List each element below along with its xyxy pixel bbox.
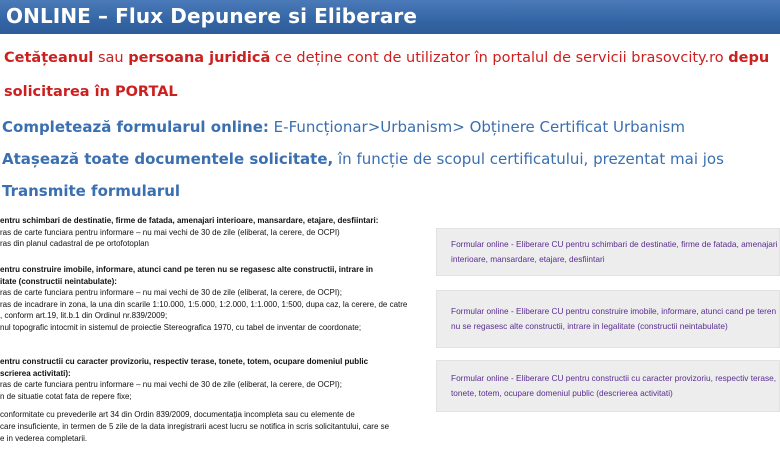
requirement-item: , conform art.19, lit.b.1 din Ordinul nr… xyxy=(0,311,168,320)
step-submit-form: Transmite formularul xyxy=(2,182,780,200)
requirement-header: entru schimbari de destinatie, firme de … xyxy=(0,216,379,225)
intro-submit-cut: depu xyxy=(728,50,770,66)
note-line: e in vederea completarii. xyxy=(0,433,88,443)
requirement-item: ras de incadrare in zona, la una din sca… xyxy=(0,299,408,309)
step-complete-form: Completează formularul online: E-Funcțio… xyxy=(2,118,780,136)
header-bar: ONLINE – Flux Depunere si Eliberare xyxy=(0,0,780,34)
form-link-text[interactable]: Formular online - Eliberare CU pentru co… xyxy=(451,304,779,334)
step-2-bold: Atașează toate documentele solicitate, xyxy=(2,150,334,168)
intro-line-1: Cetățeanul sau persoana juridică ce deți… xyxy=(4,50,780,66)
intro-portal-request: solicitarea în PORTAL xyxy=(4,84,178,100)
requirement-item: n de situatie cotat fata de repere fixe; xyxy=(0,391,132,401)
step-3-bold: Transmite formularul xyxy=(2,182,181,200)
step-2-rest: în funcție de scopul certificatului, pre… xyxy=(333,150,724,168)
intro-text: ce deține cont de utilizator în portalul… xyxy=(270,50,729,66)
page-title: ONLINE – Flux Depunere si Eliberare xyxy=(6,4,418,28)
incomplete-documentation-note: conformitate cu prevederile art 34 din O… xyxy=(0,409,410,444)
requirement-item: ras de carte funciara pentru informare –… xyxy=(0,288,342,297)
form-link-schimbari-destinatie[interactable]: Formular online - Eliberare CU pentru sc… xyxy=(436,228,780,276)
requirement-header: entru constructii cu caracter provizoriu… xyxy=(0,357,369,366)
note-line: conformitate cu prevederile art 34 din O… xyxy=(0,410,355,419)
requirements-construire-imobile: entru construire imobile, informare, atu… xyxy=(0,264,412,333)
requirement-header-cont: scrierea activitati): xyxy=(0,368,71,378)
note-line: care insuficiente, in termen de 5 zile d… xyxy=(0,421,390,431)
step-1-bold: Completează formularul online: xyxy=(2,118,269,136)
step-1-rest: E-Funcționar>Urbanism> Obținere Certific… xyxy=(268,118,685,136)
requirements-schimbari-destinatie: entru schimbari de destinatie, firme de … xyxy=(0,215,412,250)
requirement-item: ras de carte funciara pentru informare –… xyxy=(0,380,342,389)
intro-citizen: Cetățeanul xyxy=(4,50,94,66)
form-link-construire-imobile[interactable]: Formular online - Eliberare CU pentru co… xyxy=(436,290,780,348)
form-link-text[interactable]: Formular online - Eliberare CU pentru co… xyxy=(451,371,779,401)
requirement-header: entru construire imobile, informare, atu… xyxy=(0,265,373,274)
form-link-text[interactable]: Formular online - Eliberare CU pentru sc… xyxy=(451,237,779,267)
requirement-item: nul topografic intocmit in sistemul de p… xyxy=(0,322,362,332)
form-link-constructii-provizorii[interactable]: Formular online - Eliberare CU pentru co… xyxy=(436,360,780,412)
intro-legal-entity: persoana juridică xyxy=(128,50,271,66)
requirement-item: ras din planul cadastral de pe ortofotop… xyxy=(0,239,149,248)
intro-line-2: solicitarea în PORTAL xyxy=(4,84,780,100)
requirements-constructii-provizorii: entru constructii cu caracter provizoriu… xyxy=(0,356,412,402)
step-attach-documents: Atașează toate documentele solicitate, î… xyxy=(2,150,780,168)
requirement-item: ras de carte funciara pentru informare –… xyxy=(0,227,340,237)
intro-or: sau xyxy=(93,50,129,66)
requirement-header-cont: itate (constructii neintabulate): xyxy=(0,276,117,286)
